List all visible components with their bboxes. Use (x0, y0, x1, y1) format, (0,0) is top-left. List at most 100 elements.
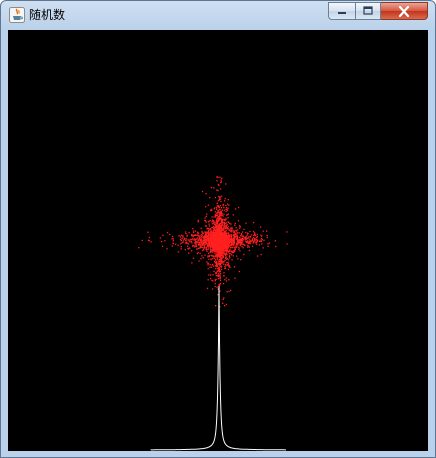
scatter-point (197, 251, 199, 253)
scatter-point (225, 254, 227, 257)
scatter-point (217, 258, 219, 260)
scatter-point (214, 285, 216, 288)
scatter-point (215, 252, 218, 254)
scatter-point (261, 235, 263, 237)
scatter-point (206, 227, 209, 229)
scatter-point (187, 247, 189, 250)
scatter-point (238, 238, 241, 241)
scatter-point (233, 242, 235, 244)
scatter-point (221, 213, 223, 215)
close-button[interactable] (381, 2, 428, 20)
scatter-point (216, 247, 219, 250)
scatter-point (215, 305, 217, 307)
scatter-point (225, 253, 227, 255)
scatter-point (222, 256, 224, 258)
scatter-point (221, 268, 223, 270)
scatter-point (246, 232, 249, 234)
minimize-button[interactable] (328, 2, 355, 20)
scatter-point (218, 237, 221, 240)
scatter-point (251, 239, 254, 241)
scatter-point (200, 234, 203, 236)
scatter-point (213, 255, 215, 257)
scatter-point (254, 237, 256, 240)
scatter-point (231, 243, 234, 245)
scatter-point (229, 257, 231, 259)
scatter-point (196, 248, 198, 250)
scatter-point (228, 255, 231, 257)
scatter-point (204, 254, 206, 256)
scatter-point (224, 263, 227, 266)
scatter-point (221, 223, 223, 225)
scatter-point (187, 239, 189, 241)
scatter-point (225, 183, 227, 185)
scatter-point (220, 262, 222, 264)
scatter-point (240, 243, 242, 245)
scatter-point (223, 219, 225, 221)
scatter-point (225, 210, 227, 213)
scatter-point (223, 226, 225, 228)
maximize-button[interactable] (355, 2, 381, 20)
random-number-plot (138, 176, 288, 451)
scatter-point (201, 246, 203, 248)
scatter-point (253, 237, 255, 239)
scatter-point (216, 217, 218, 220)
scatter-point (236, 236, 239, 238)
scatter-point (235, 234, 238, 236)
scatter-point (234, 246, 236, 249)
scatter-point (238, 236, 241, 238)
scatter-point (231, 234, 233, 236)
scatter-point (180, 246, 182, 248)
scatter-point (177, 251, 180, 253)
scatter-point (192, 230, 195, 232)
scatter-point (213, 216, 215, 218)
scatter-point (251, 245, 254, 247)
scatter-point (237, 258, 239, 260)
scatter-point (180, 234, 182, 236)
scatter-point (249, 238, 251, 240)
scatter-point (221, 237, 223, 239)
scatter-point (228, 290, 230, 293)
scatter-point (233, 250, 235, 252)
scatter-point (225, 227, 227, 229)
drawing-canvas (8, 30, 428, 451)
scatter-point (245, 231, 247, 234)
scatter-point (227, 251, 230, 253)
scatter-point (219, 240, 221, 242)
scatter-point (222, 240, 224, 242)
scatter-point (171, 245, 173, 247)
scatter-point (207, 247, 210, 249)
scatter-point (218, 184, 220, 187)
scatter-point (186, 243, 188, 245)
scatter-point (243, 253, 245, 256)
scatter-point (240, 232, 243, 235)
scatter-point (214, 250, 216, 252)
scatter-point (184, 249, 186, 251)
scatter-point (217, 226, 219, 229)
scatter-point (191, 233, 193, 236)
scatter-point (201, 235, 203, 238)
scatter-point (200, 227, 202, 230)
scatter-point (200, 244, 202, 246)
scatter-point (223, 261, 225, 263)
scatter-point (219, 262, 221, 264)
scatter-point (197, 221, 199, 223)
scatter-point (243, 228, 245, 230)
scatter-point (225, 229, 227, 232)
scatter-point (148, 240, 150, 242)
scatter-point (222, 252, 225, 254)
scatter-point (211, 235, 214, 238)
scatter-point (180, 236, 182, 238)
scatter-point (227, 217, 229, 219)
title-bar[interactable]: 随机数 (1, 1, 435, 29)
scatter-point (233, 266, 236, 268)
scatter-point (180, 243, 182, 245)
scatter-point (220, 244, 222, 246)
scatter-point (205, 215, 207, 218)
scatter-point (219, 223, 221, 225)
scatter-point (162, 234, 164, 236)
scatter-point (216, 176, 218, 178)
scatter-point (227, 232, 230, 234)
scatter-point (194, 239, 196, 241)
scatter-point (214, 223, 217, 225)
java-coffee-cup-icon (9, 7, 25, 23)
